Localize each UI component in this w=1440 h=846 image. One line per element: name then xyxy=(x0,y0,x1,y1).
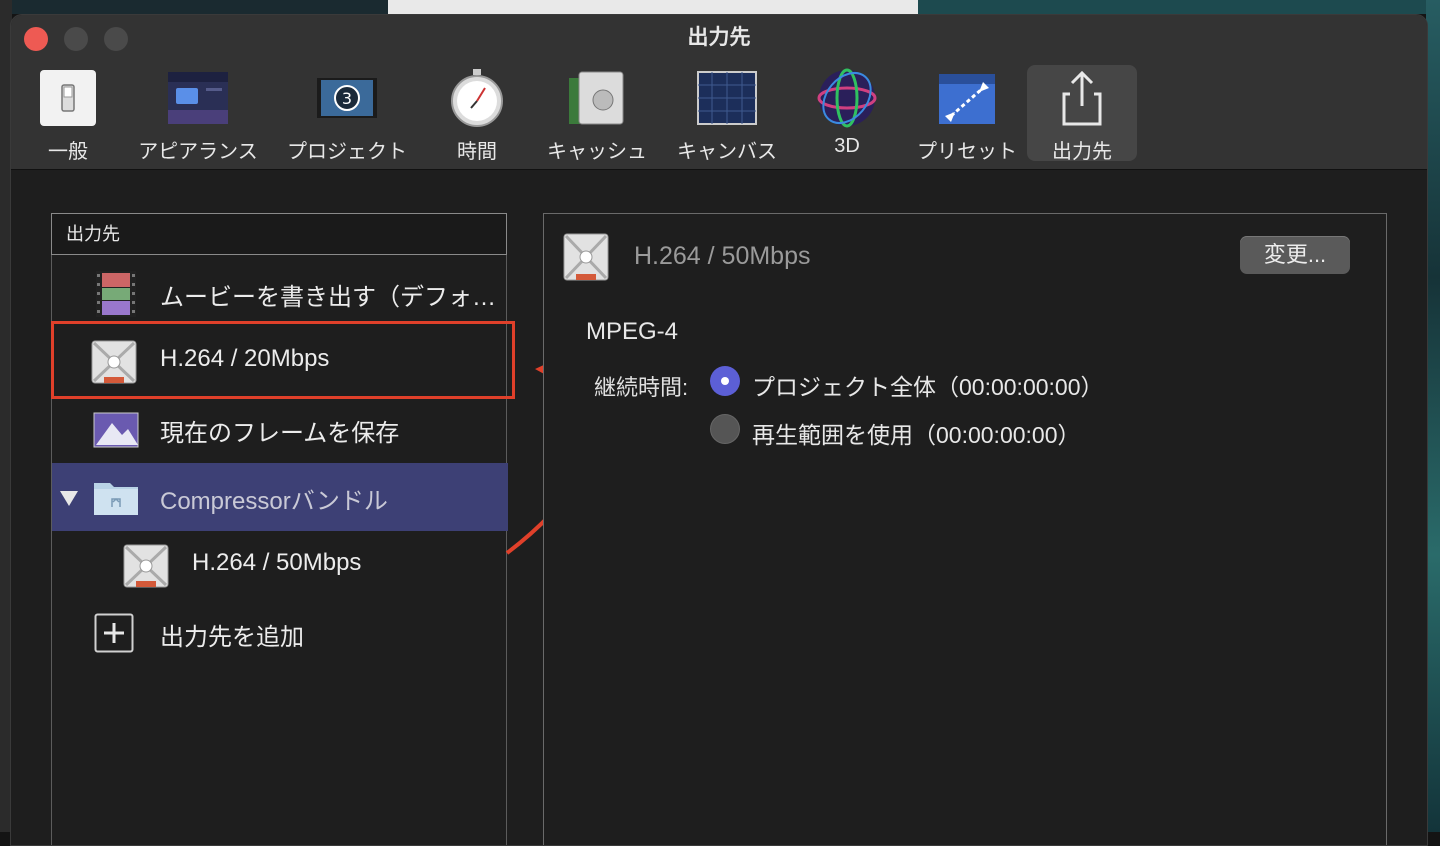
destination-item-label: H.264 / 50Mbps xyxy=(192,549,362,576)
mountain-image-icon xyxy=(93,412,139,448)
tab-cache[interactable]: キャッシュ xyxy=(537,65,657,163)
format-label: MPEG-4 xyxy=(586,318,679,345)
desktop-wallpaper-edge xyxy=(1426,0,1440,832)
destination-item-label: Compressorバンドル xyxy=(160,488,388,515)
preferences-window: 出力先 一般 アピアランス 3 プロジェクト 時間 キャッシュ キャンバス 3D… xyxy=(10,14,1428,846)
destination-item-label: ムービーを書き出す（デフォ… xyxy=(160,284,496,311)
tab-destinations[interactable]: 出力先 xyxy=(1027,65,1137,163)
tab-destinations-label: 出力先 xyxy=(1052,141,1112,163)
destinations-list-header: 出力先 xyxy=(51,213,507,255)
tab-3d-label: 3D xyxy=(834,135,860,157)
destination-item-compressor-bundle[interactable]: Compressorバンドル xyxy=(52,463,508,531)
duration-radio-entire-project[interactable] xyxy=(710,366,740,396)
sphere-3d-icon xyxy=(817,68,877,128)
duration-radio-play-range[interactable] xyxy=(710,414,740,444)
plus-icon xyxy=(94,613,134,653)
preset-icon xyxy=(939,74,995,124)
tab-project[interactable]: 3 プロジェクト xyxy=(287,65,407,163)
stopwatch-icon xyxy=(451,69,503,127)
destination-item-label: 出力先を追加 xyxy=(160,624,304,651)
destination-item-label: 現在のフレームを保存 xyxy=(160,420,400,447)
appearance-icon xyxy=(168,72,228,124)
change-button[interactable]: 変更... xyxy=(1240,236,1350,274)
destination-item-h264-20mbps[interactable]: H.264 / 20Mbps xyxy=(52,327,508,395)
destination-detail-panel: H.264 / 50Mbps 変更... MPEG-4 継続時間: プロジェクト… xyxy=(543,213,1387,845)
tab-appearance[interactable]: アピアランス xyxy=(138,65,258,163)
window-title: 出力先 xyxy=(687,26,751,49)
tab-general-label: 一般 xyxy=(48,141,88,163)
detail-title: H.264 / 50Mbps xyxy=(634,242,811,270)
tab-appearance-label: アピアランス xyxy=(138,141,258,163)
titlebar: 出力先 一般 アピアランス 3 プロジェクト 時間 キャッシュ キャンバス 3D… xyxy=(11,15,1427,170)
destination-item-save-frame[interactable]: 現在のフレームを保存 xyxy=(52,395,508,463)
duration-option-label: プロジェクト全体（00:00:00:00） xyxy=(752,374,1104,400)
tab-project-label: プロジェクト xyxy=(287,141,407,163)
tab-time-label: 時間 xyxy=(457,141,497,163)
tab-cache-label: キャッシュ xyxy=(547,141,647,163)
tab-canvas[interactable]: キャンバス xyxy=(667,65,787,163)
compressor-icon xyxy=(91,340,137,384)
general-switch-icon xyxy=(40,70,96,126)
desktop-background xyxy=(0,0,1440,14)
movie-film-icon xyxy=(96,271,136,317)
tab-time[interactable]: 時間 xyxy=(417,65,537,163)
duration-label: 継続時間: xyxy=(594,375,689,400)
canvas-grid-icon xyxy=(697,71,757,125)
tab-presets-label: プリセット xyxy=(917,141,1017,163)
destination-item-h264-50mbps[interactable]: H.264 / 50Mbps xyxy=(52,531,508,599)
svg-text:3: 3 xyxy=(342,89,352,108)
tab-3d[interactable]: 3D xyxy=(787,65,907,161)
tab-presets[interactable]: プリセット xyxy=(907,65,1027,163)
tab-general[interactable]: 一般 xyxy=(11,65,128,163)
compressor-icon xyxy=(563,233,609,281)
cache-drive-icon xyxy=(569,71,624,125)
destination-item-export-movie[interactable]: ムービーを書き出す（デフォ… xyxy=(52,259,508,327)
destination-item-label: H.264 / 20Mbps xyxy=(160,345,330,372)
duration-option-label: 再生範囲を使用（00:00:00:00） xyxy=(752,422,1081,448)
disclosure-triangle-icon[interactable] xyxy=(60,491,78,507)
share-icon xyxy=(1062,70,1102,126)
tab-canvas-label: キャンバス xyxy=(677,141,777,163)
folder-icon xyxy=(94,483,138,515)
add-destination-item[interactable]: 出力先を追加 xyxy=(52,599,508,667)
project-filmstrip-icon: 3 xyxy=(317,72,377,124)
compressor-icon xyxy=(123,544,169,588)
